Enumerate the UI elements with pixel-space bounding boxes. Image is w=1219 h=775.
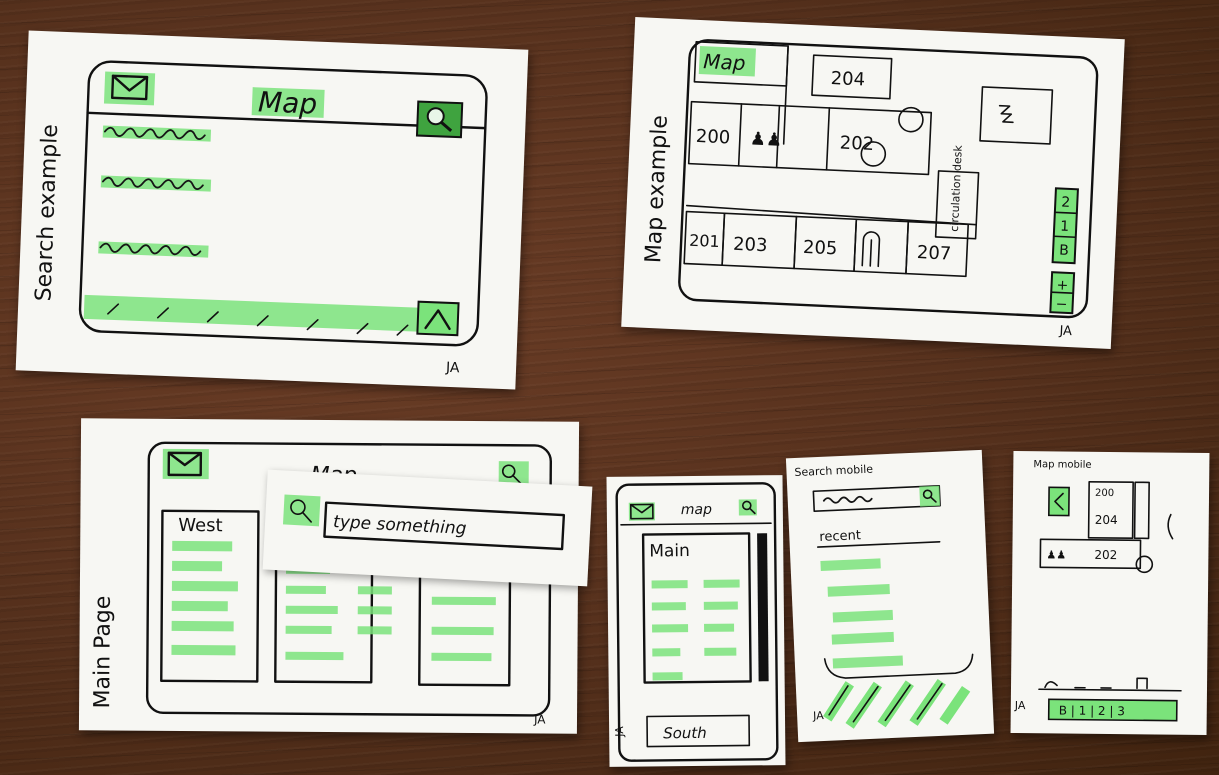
search-example-card: Search example Map JA: [15, 30, 529, 390]
floor-tab-bar[interactable]: B | 1 | 2 | 3: [1047, 698, 1178, 722]
page-title: map: [681, 502, 712, 518]
initials: JA: [445, 360, 460, 377]
back-button[interactable]: [1048, 486, 1070, 517]
page-title: Map: [258, 85, 318, 120]
search-input-text: type something: [333, 512, 467, 539]
floor-switcher[interactable]: 2 1 B: [1051, 187, 1079, 265]
initials: JA: [613, 726, 626, 738]
keyboard-area: [823, 678, 971, 729]
room-label: 205: [803, 237, 838, 260]
main-mobile-card: map Main South JA: [606, 475, 786, 767]
scrollbar[interactable]: [757, 533, 769, 682]
page-title: Search mobile: [794, 463, 873, 479]
page-title: Map mobile: [1033, 459, 1091, 471]
room-label: 202: [839, 132, 874, 155]
side-label: Map example: [641, 115, 673, 264]
initials: JA: [1058, 324, 1072, 340]
initials: JA: [1014, 699, 1026, 712]
desk-label: circulation desk: [948, 144, 965, 232]
back-to-map-button[interactable]: Map: [693, 41, 789, 87]
room-label: 204: [1095, 513, 1118, 527]
search-overlay-card: type something: [262, 469, 593, 587]
column-heading: West: [178, 515, 222, 536]
room-label: 204: [830, 68, 865, 91]
footer-label: South: [663, 724, 707, 742]
list-item[interactable]: [171, 540, 238, 656]
panel-heading: Main: [649, 541, 690, 561]
initials: JA: [533, 712, 546, 726]
room-label: 207: [916, 242, 951, 265]
svg-text:Map: Map: [703, 49, 746, 75]
entrance-icon: [861, 231, 881, 268]
map-mobile-card: Map mobile 200 204 ♟♟ 202 B | 1 | 2 | 3 …: [1010, 450, 1210, 736]
initials: JA: [812, 709, 825, 723]
zoom-out-button: −: [1055, 296, 1067, 313]
svg-text:B: B: [1059, 243, 1069, 259]
floor-tabs: B | 1 | 2 | 3: [1059, 703, 1125, 718]
svg-text:2: 2: [1061, 195, 1071, 211]
room-label: 200: [1095, 488, 1114, 499]
list-item[interactable]: [651, 579, 741, 681]
chevron-up-icon[interactable]: [416, 300, 460, 337]
svg-text:1: 1: [1060, 219, 1070, 235]
restroom-icon: ♟♟: [1046, 548, 1066, 561]
restroom-icon: ♟♟: [749, 128, 782, 150]
recent-search-item[interactable]: [820, 558, 904, 669]
zoom-in-button: +: [1056, 277, 1068, 294]
room-label: 203: [733, 234, 768, 257]
room-label: 202: [1094, 548, 1117, 562]
search-icon[interactable]: [415, 100, 464, 139]
section-label: recent: [819, 528, 861, 545]
side-label: Search example: [31, 124, 63, 302]
room-label: 200: [695, 126, 730, 149]
search-mobile-card: Search mobile recent JA: [785, 449, 995, 743]
zoom-controls[interactable]: + −: [1049, 271, 1076, 315]
study-table-icon: [1135, 555, 1154, 574]
room-label: 201: [689, 231, 720, 251]
map-example-card: Map example Map 204 200 ♟♟ 202 circulati…: [621, 17, 1125, 349]
side-label: Main Page: [90, 596, 116, 709]
